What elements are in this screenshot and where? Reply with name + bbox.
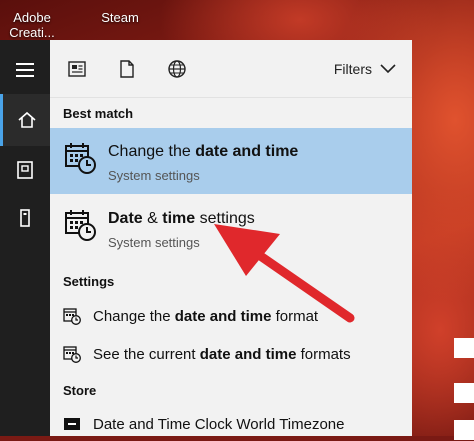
- calendar-clock-icon: [63, 307, 81, 325]
- desktop-icon-label: Adobe: [13, 10, 51, 25]
- result-date-time-settings[interactable]: Date & time settings System settings: [50, 195, 412, 261]
- title-bold-text: Date: [108, 210, 143, 227]
- desktop-icon-label: Creati...: [9, 25, 55, 40]
- newspaper-icon: [68, 60, 86, 77]
- title-bold-text: date and time: [195, 143, 299, 160]
- documents-filter-button[interactable]: [116, 58, 138, 80]
- filters-label: Filters: [333, 61, 372, 77]
- settings-item-label: Change the date and time format: [93, 308, 318, 325]
- title-text: settings: [195, 210, 255, 227]
- result-title: Date & time settings: [108, 210, 255, 228]
- desktop-icon-adobe[interactable]: Adobe Creati...: [2, 0, 62, 40]
- desktop-icon-label: Steam: [101, 10, 139, 25]
- title-text: Change the: [108, 143, 196, 160]
- search-toolbar: Filters: [50, 40, 412, 98]
- hamburger-icon: [16, 63, 34, 77]
- documents-button[interactable]: [0, 146, 50, 194]
- chevron-down-icon: [380, 64, 396, 74]
- label-bold-text: date and time: [199, 345, 297, 363]
- section-best-match: Best match: [63, 106, 134, 121]
- calendar-clock-icon: [63, 345, 81, 363]
- apps-filter-button[interactable]: [66, 58, 88, 80]
- home-button[interactable]: [0, 94, 50, 146]
- web-filter-button[interactable]: [166, 58, 188, 80]
- search-results-panel: Filters Best match Change the date and t…: [50, 40, 412, 436]
- label-text: formats: [296, 345, 351, 363]
- menu-button[interactable]: [0, 46, 50, 94]
- calendar-clock-icon: [64, 142, 96, 179]
- settings-item-label: See the current date and time formats: [93, 346, 351, 363]
- globe-icon: [168, 59, 186, 78]
- label-text: Change the: [93, 307, 175, 325]
- settings-item-change-format[interactable]: Change the date and time format: [50, 299, 412, 333]
- desktop-tile: [454, 420, 474, 440]
- title-text: &: [142, 210, 163, 227]
- desktop-icon-steam[interactable]: Steam: [90, 0, 150, 25]
- result-subtitle: System settings: [108, 168, 200, 183]
- label-text: See the current: [93, 345, 200, 363]
- filters-dropdown[interactable]: Filters: [334, 40, 396, 98]
- store-item-label: Date and Time Clock World Timezone: [93, 415, 345, 433]
- store-app-icon: [63, 415, 81, 433]
- tower-icon: [20, 209, 30, 227]
- title-bold-text: time: [162, 210, 196, 227]
- label-bold-text: date and time: [174, 307, 272, 325]
- section-settings: Settings: [63, 274, 115, 289]
- document-icon: [17, 161, 33, 179]
- device-button[interactable]: [0, 194, 50, 242]
- start-left-rail: [0, 40, 50, 436]
- label-text: format: [271, 307, 319, 325]
- document-icon: [120, 59, 134, 78]
- result-change-date-time[interactable]: Change the date and time System settings: [50, 128, 412, 194]
- desktop-tile: [454, 383, 474, 403]
- home-icon: [17, 111, 36, 128]
- desktop-tile: [454, 338, 474, 358]
- result-subtitle: System settings: [108, 235, 200, 250]
- settings-item-see-formats[interactable]: See the current date and time formats: [50, 337, 412, 371]
- calendar-clock-icon: [64, 209, 96, 246]
- section-store: Store: [63, 383, 97, 398]
- result-title: Change the date and time: [108, 143, 298, 161]
- desktop-right-strip: [412, 40, 474, 440]
